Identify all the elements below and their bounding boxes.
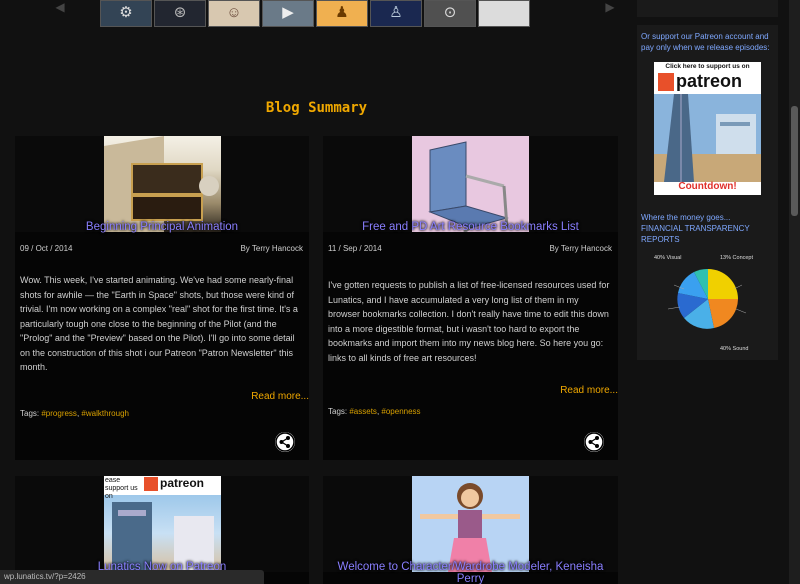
post-thumbnail[interactable]: [412, 476, 529, 572]
tag-link[interactable]: #walkthrough: [81, 409, 129, 418]
thumbnail-carousel: ◀ ⚙ ⊛ ☺ ▶ ♟ ♙ ⊙ ▶: [48, 0, 618, 30]
animation-still-icon: [104, 136, 219, 232]
budget-pie-chart[interactable]: 40% Visual 13% Concept 40% Sound: [654, 243, 762, 353]
tower-image-icon: [112, 502, 214, 572]
post-thumbnail[interactable]: ease support us on patreon: [104, 476, 221, 572]
post-card-2: Free and PD Art Resource Bookmarks List …: [323, 136, 618, 460]
tags-label: Tags:: [20, 409, 40, 418]
thumbnail-5[interactable]: ♟: [316, 0, 368, 27]
thumbnail-6[interactable]: ♙: [370, 0, 422, 27]
post-thumbnail[interactable]: [412, 136, 529, 232]
post-tags: Tags: #progress, #walkthrough: [20, 409, 129, 418]
pie-label-concept: 13% Concept: [720, 255, 754, 261]
post-excerpt: Wow. This week, I've started animating. …: [20, 275, 298, 372]
post-excerpt: I've gotten requests to publish a list o…: [328, 280, 610, 363]
author-name: Terry Hancock: [251, 244, 303, 253]
share-icon[interactable]: [275, 432, 295, 452]
post-date: 11 / Sep / 2014: [328, 244, 382, 253]
share-icon[interactable]: [584, 432, 604, 452]
post-title[interactable]: Free and PD Art Resource Bookmarks List: [323, 221, 618, 233]
read-more-link[interactable]: Read more...: [251, 391, 309, 402]
play-icon: ▶: [282, 4, 294, 21]
post-thumbnail[interactable]: [104, 136, 221, 232]
support-box: Or support our Patreon account and pay o…: [637, 25, 778, 360]
tags-label: Tags:: [328, 407, 348, 416]
character-icon: ♙: [389, 4, 403, 21]
post-tags: Tags: #assets, #openness: [328, 407, 421, 416]
chair-render-icon: [428, 141, 509, 232]
countdown-label: Countdown!: [678, 181, 737, 192]
post-card-1: Beginning Principal Animation 09 / Oct /…: [15, 136, 309, 460]
space-station-icon: ⚙: [119, 4, 133, 21]
patreon-support-text: Or support our Patreon account and pay o…: [641, 32, 770, 52]
thumbnail-2[interactable]: ⊛: [154, 0, 206, 27]
patreon-logo-icon: [658, 73, 674, 91]
blog-summary-heading: Blog Summary: [265, 100, 368, 116]
author-prefix: By: [240, 244, 250, 253]
post-date: 09 / Oct / 2014: [20, 244, 73, 253]
tag-link[interactable]: #progress: [41, 409, 77, 418]
post-author: By Terry Hancock: [549, 244, 612, 253]
space-elevator-image-icon: [654, 94, 761, 182]
financial-transparency-link[interactable]: Where the money goes... FINANCIAL TRANSP…: [641, 212, 774, 245]
status-bar-url: wp.lunatics.tv/?p=2426: [0, 570, 264, 584]
read-more-link[interactable]: Read more...: [560, 385, 618, 396]
tag-link[interactable]: #openness: [381, 407, 420, 416]
patreon-wordmark: patreon: [676, 71, 743, 91]
character-model-icon: [420, 483, 520, 572]
sidebar-top-box: [637, 0, 778, 17]
patreon-ad-header: Click here to support us on: [665, 63, 750, 70]
scrollbar-thumb[interactable]: [791, 106, 798, 216]
post-title[interactable]: Beginning Principal Animation: [15, 221, 309, 233]
astronaut-icon: ♟: [335, 4, 349, 21]
thumbnail-1[interactable]: ⚙: [100, 0, 152, 27]
patreon-ad-banner[interactable]: Click here to support us on patreon Coun…: [654, 62, 761, 195]
post-author: By Terry Hancock: [240, 244, 303, 253]
post-card-4: Welcome to Character/Wardrobe Modeler, K…: [323, 476, 618, 584]
author-name: Terry Hancock: [560, 244, 612, 253]
character-face-icon: ☺: [226, 4, 242, 21]
page-scrollbar[interactable]: [789, 0, 800, 584]
satellite-icon: ⊛: [173, 4, 187, 21]
robot-icon: ⊙: [443, 4, 457, 21]
thumbnail-3[interactable]: ☺: [208, 0, 260, 27]
thumbnail-8[interactable]: [478, 0, 530, 27]
post-card-3: ease support us on patreon Lunatics Now …: [15, 476, 309, 584]
chevron-left-icon[interactable]: ◀: [52, 0, 68, 16]
post-title[interactable]: Welcome to Character/Wardrobe Modeler, K…: [323, 561, 618, 584]
tag-link[interactable]: #assets: [349, 407, 377, 416]
pie-label-visual: 40% Visual: [654, 255, 682, 261]
thumbnail-7[interactable]: ⊙: [424, 0, 476, 27]
thumbnail-strip: ⚙ ⊛ ☺ ▶ ♟ ♙ ⊙: [100, 0, 530, 28]
chevron-right-icon[interactable]: ▶: [602, 0, 618, 16]
pie-label-sound: 40% Sound: [720, 346, 749, 352]
thumbnail-4[interactable]: ▶: [262, 0, 314, 27]
author-prefix: By: [549, 244, 559, 253]
page: ◀ ⚙ ⊛ ☺ ▶ ♟ ♙ ⊙ ▶ Blog Summary Beginning…: [0, 0, 800, 584]
